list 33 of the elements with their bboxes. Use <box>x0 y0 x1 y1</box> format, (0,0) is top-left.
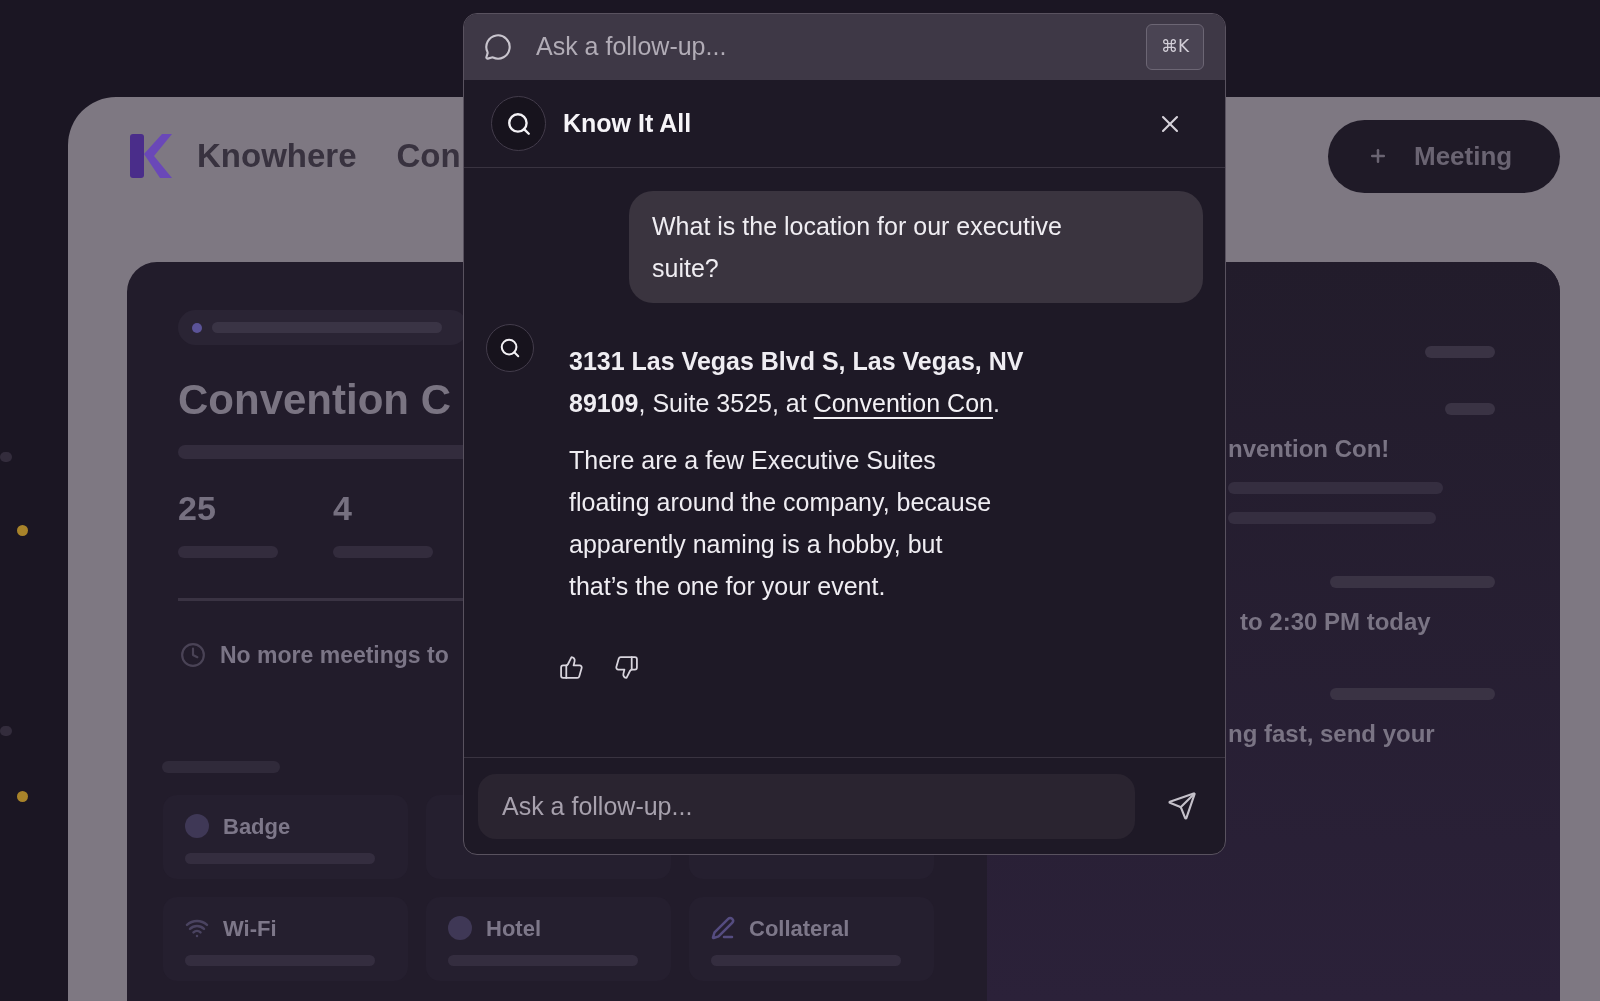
thumbs-up-button[interactable] <box>559 655 584 680</box>
notice-text: No more meetings to <box>220 641 449 670</box>
event-title: Convention C <box>178 376 451 424</box>
search-icon <box>486 324 534 372</box>
stat-value: 25 <box>178 488 216 528</box>
logo <box>130 132 172 180</box>
stat-value: 4 <box>333 488 352 528</box>
send-icon <box>1167 791 1197 821</box>
activity-text: ng fast, send your <box>1228 720 1435 748</box>
message-text: 3131 Las Vegas Blvd S, Las Vegas, NV 89109, Suite 3525, at Convention Con. <box>569 346 1025 419</box>
brand-name: Knowhere <box>197 136 357 177</box>
resource-label: Badge <box>223 812 291 841</box>
message-text: What is the location for our executive suite? <box>652 211 1063 284</box>
thumbs-down-icon <box>614 655 639 680</box>
activity-text: nvention Con! <box>1228 435 1390 463</box>
resource-label: Hotel <box>486 914 541 943</box>
clock-icon <box>180 642 206 669</box>
resource-label: Wi-Fi <box>223 914 277 943</box>
pen-icon <box>711 916 735 940</box>
plus-icon <box>1368 146 1388 166</box>
shortcut-key: ⌘K <box>1146 24 1204 70</box>
follow-up-input[interactable]: Ask a follow-up... <box>478 773 1135 839</box>
activity-text: to 2:30 PM today <box>1240 608 1431 636</box>
resource-label: Collateral <box>749 914 850 943</box>
link[interactable]: Convention Con <box>813 389 993 417</box>
chat-bubble-icon <box>484 33 512 61</box>
thumbs-up-icon <box>559 655 584 680</box>
command-bar[interactable]: Ask a follow-up... ⌘K <box>464 14 1225 80</box>
panel-title: Know It All <box>563 107 692 139</box>
thumbs-down-button[interactable] <box>614 655 639 680</box>
command-input[interactable]: Ask a follow-up... <box>536 28 1146 66</box>
send-button[interactable] <box>1167 791 1197 821</box>
message-text: There are a few Executive Suites floating around the company, because apparently naming is a hobby, but that’s the one for your event. <box>569 445 993 602</box>
